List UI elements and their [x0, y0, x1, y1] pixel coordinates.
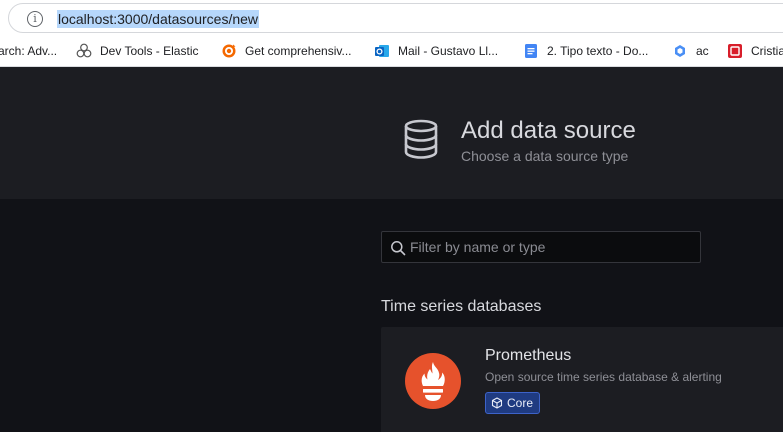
extension-icon: [675, 45, 685, 57]
page-header: [0, 67, 783, 199]
database-icon: [404, 119, 438, 159]
url-text[interactable]: localhost:3000/datasources/new: [57, 10, 260, 28]
bookmark-label: Get comprehensiv...: [245, 44, 352, 58]
filter-input[interactable]: [410, 232, 695, 262]
page-title: Add data source: [461, 117, 636, 144]
bookmark-label: arch: Adv...: [0, 44, 58, 58]
grafana-icon: [222, 44, 236, 58]
bookmark-label: Mail - Gustavo Ll...: [398, 44, 499, 58]
outlook-icon: [375, 45, 389, 57]
elastic-icon: [76, 43, 92, 58]
bookmark-label: Dev Tools - Elastic: [100, 44, 199, 58]
core-badge-label: Core: [507, 396, 534, 410]
bookmark-label: 2. Tipo texto - Do...: [547, 44, 649, 58]
datasource-name[interactable]: Prometheus: [485, 346, 571, 366]
section-heading-time-series: Time series databases: [381, 298, 542, 315]
page-subtitle: Choose a data source type: [461, 148, 629, 164]
site-info-icon[interactable]: i: [27, 11, 43, 27]
prometheus-logo[interactable]: [405, 353, 461, 409]
core-badge: Core: [485, 392, 541, 414]
cube-icon: [491, 397, 503, 409]
bookmark-label: Cristia: [751, 44, 783, 58]
red-app-icon: [728, 44, 742, 58]
bookmark-label: ac: [696, 44, 709, 58]
browser-toolbar: i localhost:3000/datasources/new: [0, 0, 783, 36]
filter-box: [381, 231, 701, 263]
bookmarks-bar: arch: Adv... Dev Tools - Elastic Get com…: [0, 36, 783, 67]
datasource-description: Open source time series database & alert…: [485, 370, 722, 384]
search-icon: [391, 241, 406, 256]
address-bar[interactable]: i localhost:3000/datasources/new: [8, 3, 783, 33]
docs-icon: [525, 44, 537, 58]
